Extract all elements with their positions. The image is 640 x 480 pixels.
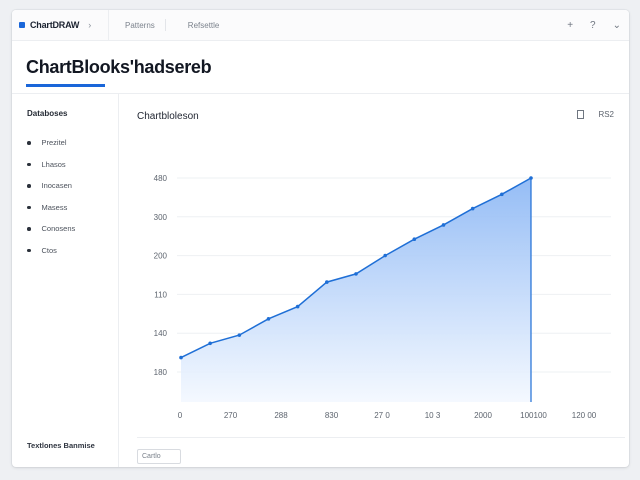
bullet-icon bbox=[27, 248, 31, 252]
chart-toolbar: RS2 bbox=[577, 110, 614, 119]
data-point[interactable] bbox=[354, 272, 358, 276]
y-axis: 180 140 110 200 300 480 bbox=[154, 174, 168, 377]
top-nav: Patterns Refsettle bbox=[125, 10, 241, 40]
y-tick-label: 300 bbox=[154, 213, 168, 222]
bullet-icon bbox=[27, 227, 31, 231]
window-controls: + ? ⌄ bbox=[550, 10, 621, 40]
area-chart: 180 140 110 200 300 480 0 270 288 830 27 0 10 3 200… bbox=[154, 174, 611, 420]
sidebar-heading: Databoses bbox=[27, 109, 68, 118]
x-tick-label: 2000 bbox=[474, 411, 492, 420]
y-tick-label: 110 bbox=[154, 290, 167, 299]
brand-menu[interactable]: ChartDRAW › bbox=[12, 10, 109, 40]
sidebar-footer: Textlones Banmise bbox=[27, 441, 95, 450]
y-tick-label: 480 bbox=[154, 174, 168, 183]
data-point[interactable] bbox=[208, 341, 212, 346]
sidebar-item[interactable]: Masess bbox=[27, 197, 75, 219]
data-point[interactable] bbox=[179, 355, 183, 360]
x-tick-label: 100100 bbox=[520, 411, 547, 420]
bullet-icon bbox=[27, 205, 31, 209]
bookmark-icon[interactable] bbox=[577, 110, 585, 119]
bullet-icon bbox=[27, 162, 31, 166]
x-tick-label: 27 0 bbox=[374, 411, 390, 420]
data-point[interactable] bbox=[500, 192, 504, 197]
page-header: ChartBlooks'hadsereb bbox=[12, 41, 629, 94]
app-window: ChartDRAW › Patterns Refsettle + ? ⌄ Cha… bbox=[12, 10, 629, 467]
x-tick-label: 0 bbox=[178, 411, 183, 420]
data-point[interactable] bbox=[237, 333, 242, 337]
x-tick-label: 288 bbox=[274, 411, 288, 420]
x-axis: 0 270 288 830 27 0 10 3 2000 100100 120 00 bbox=[178, 411, 597, 420]
sidebar-item[interactable]: Lhasos bbox=[27, 154, 75, 176]
top-bar: ChartDRAW › Patterns Refsettle + ? ⌄ bbox=[12, 10, 629, 41]
data-point[interactable] bbox=[470, 206, 475, 211]
sidebar-item[interactable]: Inocasen bbox=[27, 175, 75, 197]
chart-title: Chartbloleson bbox=[137, 111, 199, 122]
help-icon[interactable]: ? bbox=[590, 20, 596, 31]
data-point[interactable] bbox=[295, 304, 300, 309]
nav-item-refsettle[interactable]: Refsettle bbox=[188, 21, 220, 30]
x-tick-label: 830 bbox=[325, 411, 339, 420]
bullet-icon bbox=[27, 184, 31, 188]
data-point[interactable] bbox=[266, 317, 271, 321]
chart-tool-label[interactable]: RS2 bbox=[598, 110, 614, 119]
data-point[interactable] bbox=[325, 280, 329, 284]
sidebar-item[interactable]: Conosens bbox=[27, 218, 75, 240]
brand-logo-icon bbox=[19, 22, 25, 28]
data-point[interactable] bbox=[412, 237, 417, 242]
chevron-down-icon[interactable]: ⌄ bbox=[613, 20, 621, 31]
x-tick-label: 10 3 bbox=[425, 411, 441, 420]
filter-input[interactable]: Cartlo bbox=[137, 449, 181, 464]
plus-icon[interactable]: + bbox=[567, 20, 573, 31]
sidebar-item-label: Lhasos bbox=[41, 159, 66, 169]
active-tab-indicator bbox=[26, 84, 105, 87]
nav-item-patterns[interactable]: Patterns bbox=[125, 21, 155, 30]
sidebar-item-label: Ctos bbox=[41, 245, 57, 255]
y-tick-label: 180 bbox=[154, 368, 168, 377]
sidebar-item[interactable]: Prezitel bbox=[27, 132, 75, 154]
sidebar-list: Prezitel Lhasos Inocasen Masess Conosens… bbox=[27, 132, 75, 261]
sidebar: Databoses Prezitel Lhasos Inocasen Mases… bbox=[12, 94, 119, 467]
main-panel: Chartbloleson RS2 180 140 110 200 300 480 0 27… bbox=[119, 94, 629, 467]
data-point[interactable] bbox=[383, 253, 387, 258]
sidebar-item-label: Prezitel bbox=[41, 138, 67, 148]
bullet-icon bbox=[27, 141, 31, 145]
data-point[interactable] bbox=[529, 176, 533, 180]
data-point[interactable] bbox=[441, 223, 446, 227]
brand-name: ChartDRAW bbox=[30, 20, 80, 30]
footer-divider bbox=[137, 437, 625, 438]
sidebar-item[interactable]: Ctos bbox=[27, 240, 75, 262]
x-tick-label: 270 bbox=[224, 411, 238, 420]
page-title: ChartBlooks'hadsereb bbox=[26, 57, 212, 77]
y-tick-label: 140 bbox=[154, 329, 168, 338]
y-tick-label: 200 bbox=[154, 252, 168, 261]
sidebar-item-label: Conosens bbox=[41, 224, 76, 234]
sidebar-item-label: Masess bbox=[41, 202, 68, 212]
area-fill bbox=[181, 178, 531, 402]
sidebar-item-label: Inocasen bbox=[41, 181, 72, 191]
nav-divider bbox=[164, 19, 166, 31]
x-tick-label: 120 00 bbox=[572, 411, 597, 420]
chevron-right-icon: › bbox=[88, 20, 92, 30]
